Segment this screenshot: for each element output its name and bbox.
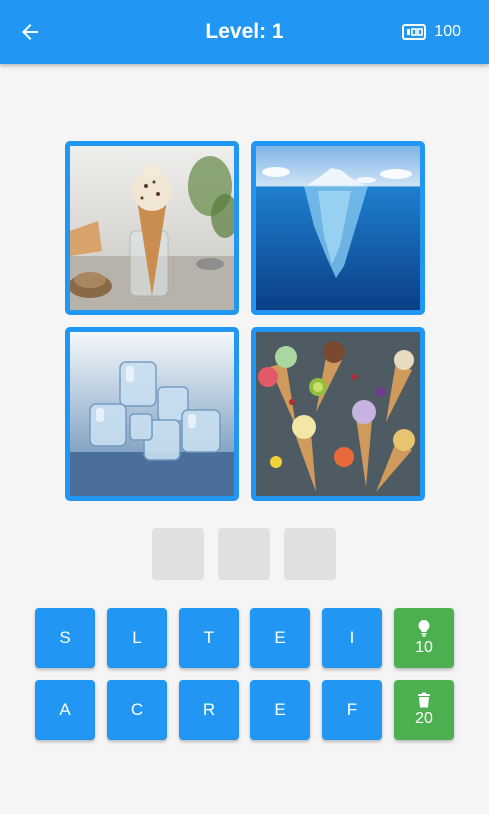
answer-slot-2[interactable] xyxy=(218,528,270,580)
coins-value: 100 xyxy=(434,23,461,40)
picture-grid xyxy=(65,141,425,501)
coins-counter-icon xyxy=(402,24,427,40)
answer-slot-3[interactable] xyxy=(284,528,336,580)
letter-key[interactable]: I xyxy=(322,608,382,668)
letter-key[interactable]: R xyxy=(179,680,239,740)
letter-key[interactable]: E xyxy=(250,608,310,668)
letter-key[interactable]: E xyxy=(250,680,310,740)
ice-cubes-photo xyxy=(65,327,239,501)
iceberg-photo xyxy=(251,141,425,315)
reveal-hint-cost: 10 xyxy=(415,639,433,656)
back-button[interactable] xyxy=(14,16,46,48)
answer-slot-1[interactable] xyxy=(152,528,204,580)
app-bar: Level: 1 100 xyxy=(0,0,489,64)
letter-key[interactable]: F xyxy=(322,680,382,740)
remove-letters-hint-button[interactable]: 20 xyxy=(394,680,454,740)
arrow-left-icon xyxy=(22,24,38,40)
coins-counter: 100 xyxy=(402,20,461,44)
reveal-letter-hint-button[interactable]: 10 xyxy=(394,608,454,668)
letter-key[interactable]: L xyxy=(107,608,167,668)
ice-cream-cones-flatlay-photo xyxy=(251,327,425,501)
letter-key[interactable]: C xyxy=(107,680,167,740)
lightbulb-icon xyxy=(418,619,430,637)
letter-key[interactable]: T xyxy=(179,608,239,668)
remove-hint-cost: 20 xyxy=(415,710,433,727)
letter-key[interactable]: A xyxy=(35,680,95,740)
letter-key[interactable]: S xyxy=(35,608,95,668)
trash-icon xyxy=(418,692,430,708)
ice-cream-cone-photo xyxy=(65,141,239,315)
